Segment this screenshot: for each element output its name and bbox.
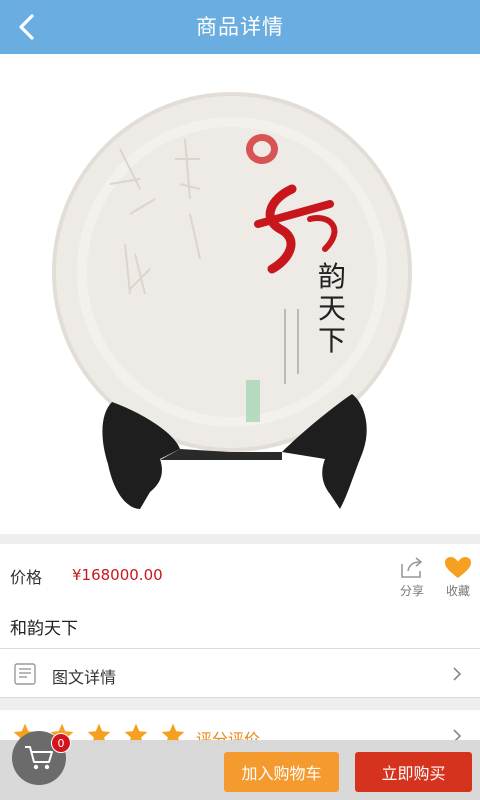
share-icon	[401, 557, 423, 578]
share-label: 分享	[399, 584, 424, 598]
section-divider	[0, 698, 480, 710]
price-label: 价格	[10, 568, 43, 587]
page-title: 商品详情	[196, 15, 284, 39]
price-value: ¥168000.00	[72, 566, 163, 584]
svg-text:韵: 韵	[318, 260, 346, 293]
chevron-right-icon	[453, 667, 462, 681]
document-icon	[14, 663, 36, 685]
cart-count-badge: 0	[51, 733, 71, 753]
graphic-details-label: 图文详情	[52, 668, 117, 687]
product-name: 和韵天下	[10, 619, 78, 639]
section-divider	[0, 534, 480, 544]
product-info: 价格 ¥168000.00 分享 收藏 和韵天下	[0, 544, 480, 648]
svg-text:天: 天	[318, 292, 346, 325]
favorite-button[interactable]: 收藏	[440, 554, 476, 600]
buy-now-button[interactable]: 立即购买	[355, 752, 472, 792]
share-button[interactable]: 分享	[394, 554, 430, 600]
shopping-cart-icon	[25, 746, 53, 770]
favorite-label: 收藏	[445, 584, 470, 598]
product-image: 韵 天 下	[0, 54, 480, 534]
heart-icon	[445, 557, 471, 578]
svg-text:下: 下	[318, 324, 346, 357]
app-header: 商品详情	[0, 0, 480, 54]
graphic-details-row[interactable]: 图文详情	[0, 648, 480, 698]
add-to-cart-button[interactable]: 加入购物车	[224, 752, 339, 792]
